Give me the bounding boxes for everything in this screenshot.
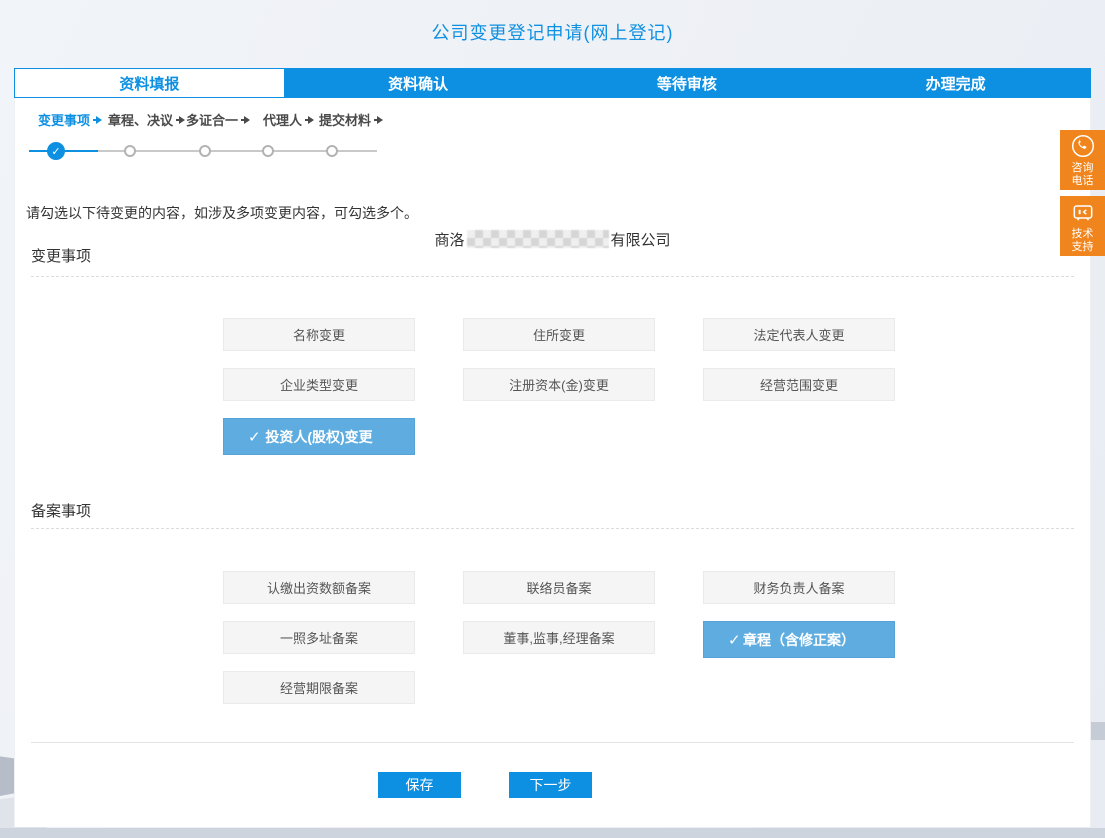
option-subscribed-capital-filing[interactable]: 认缴出资数额备案 xyxy=(223,571,415,604)
section-title-change-items: 变更事项 xyxy=(31,245,91,266)
tab-data-confirm[interactable]: 资料确认 xyxy=(284,69,553,97)
option-charter-amendment-filing[interactable]: 章程（含修正案） xyxy=(703,621,895,658)
step-arrow-icon xyxy=(374,116,383,124)
option-directors-supervisors-filing[interactable]: 董事,监事,经理备案 xyxy=(463,621,655,654)
section-title-filing-items: 备案事项 xyxy=(31,500,91,521)
option-investor-equity-change[interactable]: 投资人(股权)变更 xyxy=(223,418,415,455)
step-arrow-icon xyxy=(176,116,185,124)
option-business-scope-change[interactable]: 经营范围变更 xyxy=(703,368,895,401)
background-ribbon xyxy=(1091,722,1105,740)
step-arrow-icon xyxy=(241,116,250,124)
tab-bar: 资料填报 资料确认 等待审核 办理完成 xyxy=(14,68,1091,98)
phone-icon xyxy=(1070,133,1096,159)
background-bottom-band xyxy=(0,828,1105,838)
check-icon xyxy=(728,631,741,649)
tech-support-button[interactable]: 技术支持 xyxy=(1060,196,1105,256)
step-dot xyxy=(262,145,274,157)
option-finance-officer-filing[interactable]: 财务负责人备案 xyxy=(703,571,895,604)
section-divider xyxy=(31,276,1074,277)
step-current-check-icon xyxy=(47,142,65,160)
tab-data-entry[interactable]: 资料填报 xyxy=(15,69,284,97)
save-button[interactable]: 保存 xyxy=(378,772,461,798)
next-step-button[interactable]: 下一步 xyxy=(509,772,592,798)
section-divider xyxy=(31,528,1074,529)
step-dot xyxy=(326,145,338,157)
tech-support-icon xyxy=(1070,199,1096,225)
instruction-text: 请勾选以下待变更的内容，如涉及多项变更内容，可勾选多个。 xyxy=(26,203,418,223)
option-legal-rep-change[interactable]: 法定代表人变更 xyxy=(703,318,895,351)
consult-phone-button[interactable]: 咨询电话 xyxy=(1060,130,1105,190)
check-icon xyxy=(248,428,261,446)
change-options-grid: 名称变更 住所变更 法定代表人变更 企业类型变更 注册资本(金)变更 经营范围变… xyxy=(223,318,895,468)
filing-options-grid: 认缴出资数额备案 联络员备案 财务负责人备案 一照多址备案 董事,监事,经理备案… xyxy=(223,571,895,721)
tab-complete[interactable]: 办理完成 xyxy=(821,69,1090,97)
step-submit-materials[interactable]: 提交材料 xyxy=(319,110,383,129)
option-business-term-filing[interactable]: 经营期限备案 xyxy=(223,671,415,704)
step-agent[interactable]: 代理人 xyxy=(263,110,314,129)
option-registered-capital-change[interactable]: 注册资本(金)变更 xyxy=(463,368,655,401)
step-charter-resolution[interactable]: 章程、决议 xyxy=(108,110,185,129)
option-liaison-filing[interactable]: 联络员备案 xyxy=(463,571,655,604)
step-dot xyxy=(124,145,136,157)
step-arrow-icon xyxy=(305,116,314,124)
page-title: 公司变更登记申请(网上登记) xyxy=(0,19,1105,45)
option-address-change[interactable]: 住所变更 xyxy=(463,318,655,351)
step-change-items[interactable]: 变更事项 xyxy=(38,110,102,129)
footer-divider xyxy=(31,742,1074,743)
redacted-company-name-block xyxy=(467,230,609,248)
step-multi-cert[interactable]: 多证合一 xyxy=(186,110,250,129)
side-button-group: 咨询电话 技术支持 xyxy=(1060,130,1105,256)
option-name-change[interactable]: 名称变更 xyxy=(223,318,415,351)
tab-await-review[interactable]: 等待审核 xyxy=(553,69,822,97)
step-dot xyxy=(199,145,211,157)
content-panel: 变更事项 章程、决议 多证合一 代理人 提交材料 请勾选以下待变更的内容，如涉及… xyxy=(14,98,1091,827)
company-name: 商洛有限公司 xyxy=(15,229,1090,250)
step-arrow-icon xyxy=(93,116,102,124)
option-enterprise-type-change[interactable]: 企业类型变更 xyxy=(223,368,415,401)
option-multi-address-filing[interactable]: 一照多址备案 xyxy=(223,621,415,654)
